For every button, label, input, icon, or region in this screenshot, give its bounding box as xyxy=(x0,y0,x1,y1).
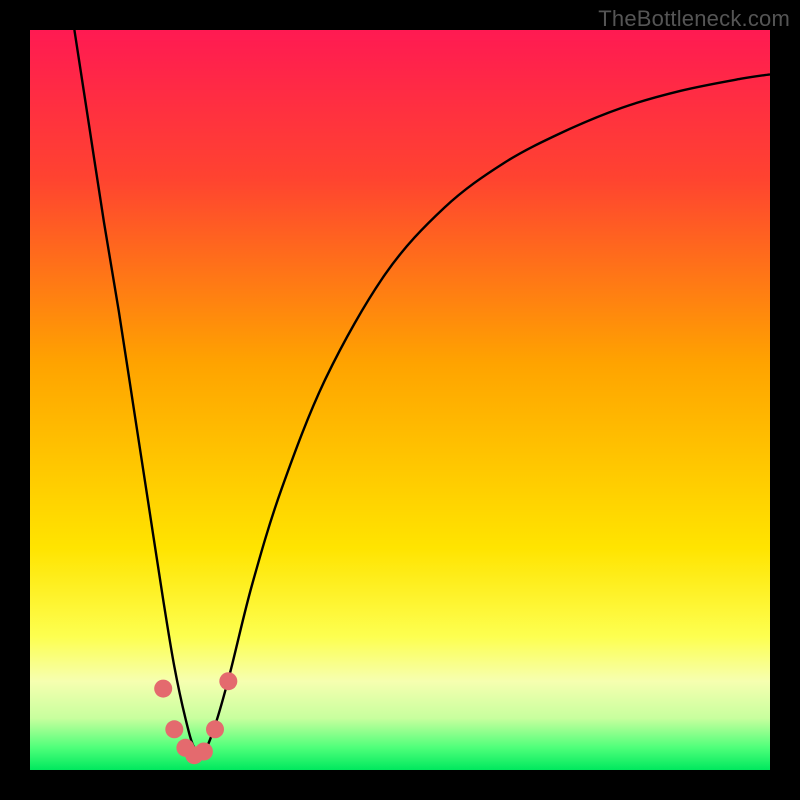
curve-marker xyxy=(165,720,183,738)
gradient-background xyxy=(30,30,770,770)
curve-marker xyxy=(195,743,213,761)
curve-marker xyxy=(154,680,172,698)
attribution-text: TheBottleneck.com xyxy=(598,6,790,32)
bottleneck-chart xyxy=(30,30,770,770)
chart-frame xyxy=(30,30,770,770)
curve-marker xyxy=(219,672,237,690)
curve-marker xyxy=(206,720,224,738)
